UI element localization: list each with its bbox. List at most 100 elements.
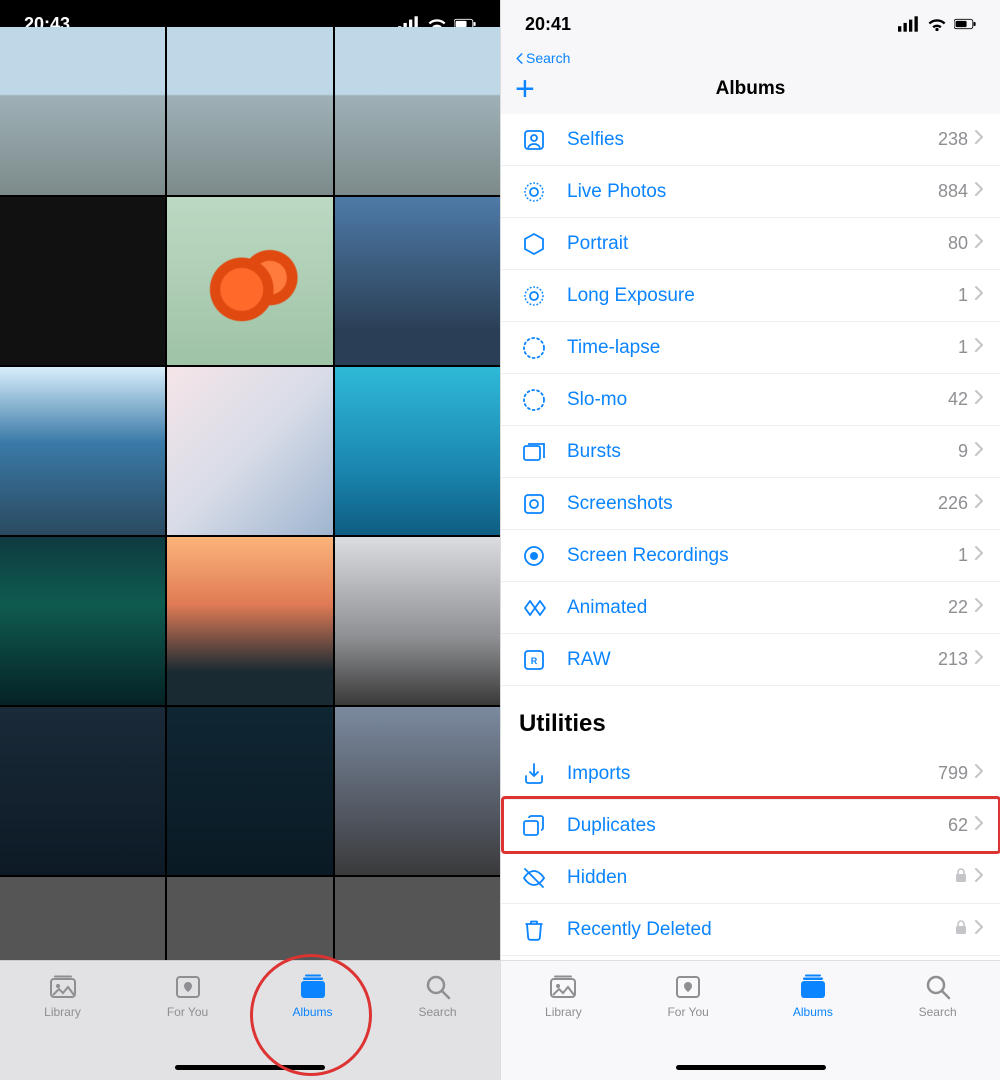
- tab-label: Search: [919, 1005, 957, 1019]
- raw-icon: R: [519, 645, 549, 675]
- tab-library[interactable]: Library: [0, 973, 125, 1019]
- hidden-icon: [519, 863, 549, 893]
- tab-albums[interactable]: Albums: [751, 973, 876, 1019]
- album-row-raw[interactable]: R RAW213: [501, 634, 1000, 686]
- chevron-right-icon: [974, 337, 984, 358]
- album-row-bursts[interactable]: Bursts9: [501, 426, 1000, 478]
- photo-thumbnail[interactable]: [0, 27, 165, 195]
- album-row-duplicates[interactable]: Duplicates62: [501, 800, 1000, 852]
- photo-thumbnail[interactable]: [335, 27, 500, 195]
- nav-bar: + Albums: [501, 70, 1000, 114]
- chevron-right-icon: [974, 233, 984, 254]
- chevron-right-icon: [974, 129, 984, 150]
- row-count: 62: [948, 815, 968, 836]
- tab-label: Albums: [793, 1005, 833, 1019]
- library-icon: [548, 973, 578, 1001]
- row-label: Animated: [567, 597, 948, 619]
- row-count: 799: [938, 763, 968, 784]
- home-indicator[interactable]: [175, 1065, 325, 1070]
- album-row-trash[interactable]: Recently Deleted: [501, 904, 1000, 956]
- longexp-icon: [519, 281, 549, 311]
- tab-bar: Library For You Albums Search: [501, 960, 1000, 1080]
- bursts-icon: [519, 437, 549, 467]
- search-icon: [423, 973, 453, 1001]
- row-label: RAW: [567, 649, 938, 671]
- album-row-portrait[interactable]: Portrait80: [501, 218, 1000, 270]
- album-row-live[interactable]: Live Photos884: [501, 166, 1000, 218]
- tab-search[interactable]: Search: [375, 973, 500, 1019]
- tab-albums[interactable]: Albums: [250, 973, 375, 1019]
- tab-for-you[interactable]: For You: [125, 973, 250, 1019]
- album-row-slomo[interactable]: Slo-mo42: [501, 374, 1000, 426]
- photo-thumbnail[interactable]: [335, 367, 500, 535]
- tab-label: Library: [44, 1005, 81, 1019]
- row-count: 1: [958, 285, 968, 306]
- cellular-icon: [898, 16, 920, 32]
- home-indicator[interactable]: [676, 1065, 826, 1070]
- photo-thumbnail[interactable]: [167, 537, 332, 705]
- row-label: Portrait: [567, 233, 948, 255]
- chevron-right-icon: [974, 441, 984, 462]
- row-label: Screen Recordings: [567, 545, 958, 567]
- slomo-icon: [519, 385, 549, 415]
- portrait-icon: [519, 229, 549, 259]
- row-count: 213: [938, 649, 968, 670]
- photo-thumbnail[interactable]: [167, 197, 332, 365]
- photo-thumbnail[interactable]: [0, 707, 165, 875]
- photo-thumbnail[interactable]: [167, 877, 332, 960]
- album-row-imports[interactable]: Imports799: [501, 748, 1000, 800]
- chevron-right-icon: [974, 867, 984, 888]
- foryou-icon: [673, 973, 703, 1001]
- album-row-hidden[interactable]: Hidden: [501, 852, 1000, 904]
- album-row-animated[interactable]: Animated22: [501, 582, 1000, 634]
- photo-thumbnail[interactable]: [335, 197, 500, 365]
- tab-search[interactable]: Search: [875, 973, 1000, 1019]
- selfies-icon: [519, 125, 549, 155]
- tab-label: For You: [167, 1005, 208, 1019]
- photo-thumbnail[interactable]: [0, 537, 165, 705]
- chevron-right-icon: [974, 493, 984, 514]
- wifi-icon: [926, 16, 948, 32]
- albums-list: Selfies238Live Photos884Portrait80Long E…: [501, 114, 1000, 960]
- row-count: 238: [938, 129, 968, 150]
- status-icons: [898, 16, 976, 32]
- imports-icon: [519, 759, 549, 789]
- photo-grid[interactable]: [0, 27, 500, 960]
- photo-thumbnail[interactable]: [167, 367, 332, 535]
- album-row-selfies[interactable]: Selfies238: [501, 114, 1000, 166]
- tab-label: Search: [418, 1005, 456, 1019]
- photo-thumbnail[interactable]: [335, 707, 500, 875]
- library-icon: [48, 973, 78, 1001]
- photo-thumbnail[interactable]: [335, 877, 500, 960]
- row-label: Imports: [567, 763, 938, 785]
- photo-thumbnail[interactable]: [335, 537, 500, 705]
- album-row-screenshot[interactable]: Screenshots226: [501, 478, 1000, 530]
- row-label: Hidden: [567, 867, 954, 889]
- row-count: 1: [958, 545, 968, 566]
- live-icon: [519, 177, 549, 207]
- photo-thumbnail[interactable]: [0, 877, 165, 960]
- photo-thumbnail[interactable]: [167, 27, 332, 195]
- row-count: 42: [948, 389, 968, 410]
- chevron-right-icon: [974, 649, 984, 670]
- row-count: 9: [958, 441, 968, 462]
- tab-library[interactable]: Library: [501, 973, 626, 1019]
- chevron-right-icon: [974, 763, 984, 784]
- row-label: Selfies: [567, 129, 938, 151]
- tab-bar: Library For You Albums Search: [0, 960, 500, 1080]
- album-row-screenrec[interactable]: Screen Recordings1: [501, 530, 1000, 582]
- photo-thumbnail[interactable]: [167, 707, 332, 875]
- row-count: 1: [958, 337, 968, 358]
- albums-icon: [798, 973, 828, 1001]
- photo-thumbnail[interactable]: [0, 197, 165, 365]
- tab-for-you[interactable]: For You: [626, 973, 751, 1019]
- timelapse-icon: [519, 333, 549, 363]
- animated-icon: [519, 593, 549, 623]
- breadcrumb-back[interactable]: Search: [501, 48, 1000, 70]
- album-row-longexp[interactable]: Long Exposure1: [501, 270, 1000, 322]
- album-row-timelapse[interactable]: Time-lapse1: [501, 322, 1000, 374]
- chevron-left-icon: [515, 53, 524, 64]
- row-count: 22: [948, 597, 968, 618]
- left-screenshot: 20:43 Albums Select Recents: [0, 0, 500, 1080]
- photo-thumbnail[interactable]: [0, 367, 165, 535]
